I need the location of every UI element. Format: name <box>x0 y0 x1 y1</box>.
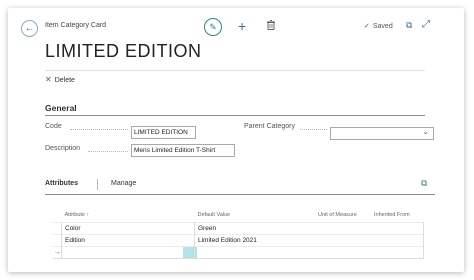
table-header-row: Attribute ↑ Default Value Unit of Measur… <box>53 208 424 223</box>
table-row-new: → <box>53 246 424 259</box>
code-field[interactable]: LIMITED EDITION <box>131 126 196 139</box>
section-general-title[interactable]: General <box>45 103 77 113</box>
parent-category-select[interactable]: ⌄ <box>330 127 434 140</box>
column-header-unit-of-measure[interactable]: Unit of Measure <box>315 208 371 223</box>
divider <box>45 70 425 71</box>
dotted-leader <box>300 129 327 130</box>
back-arrow-icon[interactable]: ← <box>21 20 38 37</box>
saved-status: ✓ Saved <box>364 22 393 30</box>
description-label: Description <box>45 145 81 152</box>
open-in-new-window-icon[interactable]: ⧉ <box>421 178 427 189</box>
code-label: Code <box>45 123 62 130</box>
x-icon: ✕ <box>45 75 52 84</box>
attribute-cell[interactable]: Color <box>61 222 195 235</box>
delete-button[interactable]: ✕ Delete <box>45 75 75 84</box>
unit-of-measure-cell[interactable] <box>315 234 371 247</box>
delete-label: Delete <box>54 77 75 84</box>
row-selector-header <box>53 208 62 223</box>
default-value-cell[interactable]: Limited Edition 2021 <box>194 234 315 247</box>
divider <box>97 179 98 190</box>
trash-icon[interactable] <box>267 20 275 33</box>
unit-of-measure-cell[interactable] <box>315 246 371 259</box>
inherited-from-cell[interactable] <box>371 234 424 247</box>
default-value-cell[interactable]: Green <box>194 222 315 235</box>
inherited-from-cell[interactable] <box>371 222 424 235</box>
chevron-down-icon: ⌄ <box>422 127 429 136</box>
table-row: Edition Limited Edition 2021 <box>53 234 424 247</box>
row-selector[interactable] <box>53 222 62 235</box>
attributes-table: Attribute ↑ Default Value Unit of Measur… <box>53 208 424 259</box>
attribute-cell[interactable]: Edition <box>61 234 195 247</box>
open-in-new-window-icon[interactable]: ⧉ <box>406 20 412 31</box>
dotted-leader <box>70 129 128 130</box>
table-row: Color Green <box>53 222 424 235</box>
expand-icon[interactable]: ⤢ <box>422 19 430 30</box>
saved-label: Saved <box>372 23 393 30</box>
attributes-bar: Attributes Manage ⧉ <box>45 178 435 194</box>
column-header-attribute[interactable]: Attribute ↑ <box>62 208 195 223</box>
manage-button[interactable]: Manage <box>111 180 136 187</box>
row-selector[interactable] <box>53 234 62 247</box>
top-bar: ← Item Category Card ✎ + ✓ Saved ⧉ ⤢ <box>8 8 464 44</box>
page-type-label: Item Category Card <box>45 22 107 29</box>
row-arrow-icon[interactable]: → <box>53 246 62 259</box>
description-field[interactable]: Mens Limited Edition T-Shirt <box>131 144 235 157</box>
action-bar: ✕ Delete <box>45 70 425 88</box>
inherited-from-cell[interactable] <box>371 246 424 259</box>
pencil-icon[interactable]: ✎ <box>204 18 222 36</box>
dotted-leader <box>88 151 128 152</box>
parent-category-label: Parent Category <box>244 123 295 130</box>
item-category-card: ← Item Category Card ✎ + ✓ Saved ⧉ ⤢ LIMI… <box>8 8 464 272</box>
default-value-cell[interactable] <box>194 246 315 259</box>
divider <box>45 194 435 195</box>
page-title: LIMITED EDITION <box>45 41 202 61</box>
unit-of-measure-cell[interactable] <box>315 222 371 235</box>
divider <box>45 115 425 116</box>
column-header-default-value[interactable]: Default Value <box>195 208 316 223</box>
plus-icon[interactable]: + <box>238 18 246 34</box>
tab-attributes[interactable]: Attributes <box>45 180 78 187</box>
check-icon: ✓ <box>364 23 370 30</box>
trash-icon-glyph <box>267 20 275 30</box>
attribute-cell[interactable] <box>61 246 197 259</box>
column-header-inherited-from[interactable]: Inherited From <box>371 208 424 223</box>
